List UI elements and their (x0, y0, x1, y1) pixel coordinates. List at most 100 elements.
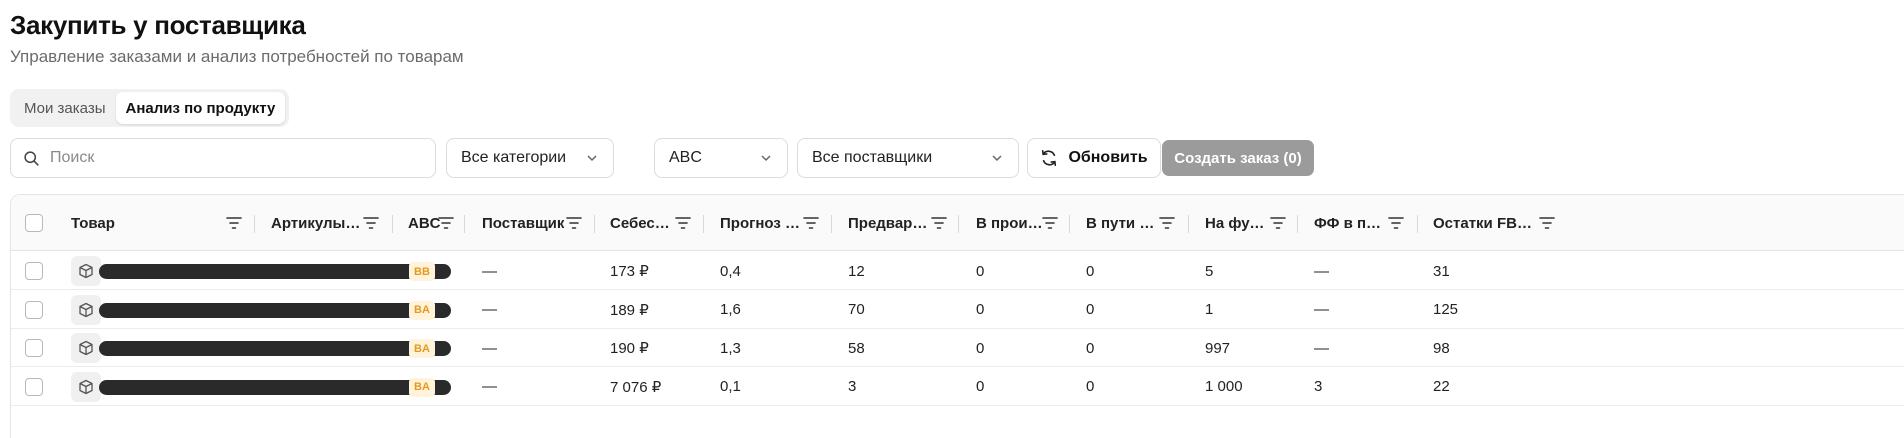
cell-at-fulfillment: 5 (1205, 262, 1214, 280)
cell-fbo-stock: 31 (1433, 262, 1450, 280)
cell-preliminary: 12 (848, 262, 865, 280)
search-input[interactable] (50, 149, 410, 167)
column-header-label: В произв... (976, 214, 1044, 232)
column-resize-handle[interactable] (831, 215, 832, 233)
cell-at-fulfillment: 1 (1205, 301, 1214, 318)
row-checkbox[interactable] (25, 300, 43, 319)
column-header-preliminary[interactable]: Предварит. ... (848, 195, 932, 251)
cell-cost: 7 076 ₽ (610, 378, 662, 396)
column-header-fbo-stock[interactable]: Остатки FBO на ... (1433, 195, 1541, 251)
filter-icon[interactable] (1388, 216, 1404, 230)
create-order-button[interactable]: Создать заказ (0) (1162, 140, 1314, 176)
chevron-down-icon (992, 155, 1002, 162)
column-header-forecast[interactable]: Прогноз пр... (720, 195, 802, 251)
abc-class-badge: BA (409, 339, 435, 358)
redacted-product-name (99, 264, 451, 279)
column-resize-handle[interactable] (594, 215, 595, 233)
cell-ff-in-transit: 3 (1314, 378, 1323, 395)
filter-icon[interactable] (1270, 216, 1286, 230)
cell-ff-in-transit: — (1314, 339, 1329, 357)
supplier-select[interactable]: Все поставщики (797, 138, 1019, 178)
cell-in-transit: 0 (1086, 301, 1095, 318)
column-header-label: Предварит. ... (848, 214, 932, 232)
row-checkbox[interactable] (25, 339, 43, 357)
column-resize-handle[interactable] (1188, 215, 1189, 233)
search-box[interactable] (10, 138, 436, 178)
product-analysis-table: Товар Артикулы в с... ABC Поставщик Себесто.… (10, 194, 1904, 438)
cell-preliminary: 58 (848, 339, 865, 357)
package-icon (71, 256, 101, 286)
column-header-label: Себесто... (610, 214, 672, 232)
cell-fbo-stock: 98 (1433, 339, 1450, 357)
column-header-abc[interactable]: ABC (408, 195, 442, 251)
column-resize-handle[interactable] (254, 215, 255, 233)
row-checkbox[interactable] (25, 262, 43, 280)
column-resize-handle[interactable] (1417, 215, 1418, 233)
column-resize-handle[interactable] (958, 215, 959, 233)
column-resize-handle[interactable] (464, 215, 465, 233)
column-resize-handle[interactable] (392, 215, 393, 233)
tab-my-orders[interactable]: Мои заказы (14, 92, 116, 124)
cell-preliminary: 70 (848, 301, 865, 318)
abc-select[interactable]: ABC (654, 138, 788, 178)
column-resize-handle[interactable] (1069, 215, 1070, 233)
column-header-product[interactable]: Товар (71, 195, 221, 251)
category-select[interactable]: Все категории (446, 138, 614, 178)
filter-icon[interactable] (438, 216, 454, 230)
filter-icon[interactable] (1159, 216, 1175, 230)
column-resize-handle[interactable] (703, 215, 704, 233)
column-header-in-transit[interactable]: В пути от ... (1086, 195, 1158, 251)
cell-preliminary: 3 (848, 378, 857, 395)
filter-icon[interactable] (803, 216, 819, 230)
cell-in-transit: 0 (1086, 339, 1095, 357)
page-subtitle: Управление заказами и анализ потребносте… (10, 47, 464, 66)
cell-forecast: 0,1 (720, 378, 741, 395)
cell-cost: 173 ₽ (610, 263, 649, 280)
tabs: Мои заказы Анализ по продукту (10, 89, 290, 127)
filter-icon[interactable] (1042, 216, 1058, 230)
search-icon (24, 150, 39, 166)
column-header-label: Остатки FBO на ... (1433, 214, 1541, 232)
chevron-down-icon (587, 155, 597, 162)
column-header-label: Поставщик (482, 214, 565, 232)
cell-ff-in-transit: — (1314, 262, 1329, 280)
redacted-product-name (99, 379, 451, 395)
tab-product-analysis[interactable]: Анализ по продукту (115, 92, 286, 124)
cell-supplier: — (482, 262, 497, 280)
cell-at-fulfillment: 1 000 (1205, 378, 1243, 395)
row-checkbox[interactable] (25, 377, 43, 396)
cell-in-production: 0 (976, 378, 985, 395)
column-header-cost[interactable]: Себесто... (610, 195, 672, 251)
filter-icon[interactable] (566, 216, 582, 230)
refresh-button-label: Обновить (1068, 149, 1148, 166)
table-row[interactable]: BA — 190 ₽ 1,3 58 0 0 997 — 98 (11, 329, 1904, 367)
cell-ff-in-transit: — (1314, 301, 1329, 318)
cell-at-fulfillment: 997 (1205, 339, 1231, 357)
table-row[interactable]: BA — 7 076 ₽ 0,1 3 0 0 1 000 3 22 (11, 368, 1904, 406)
column-header-label: В пути от ... (1086, 214, 1158, 232)
cell-supplier: — (482, 301, 497, 318)
filter-icon[interactable] (931, 216, 947, 230)
cell-in-production: 0 (976, 301, 985, 318)
cell-fbo-stock: 22 (1433, 378, 1450, 395)
cell-supplier: — (482, 378, 497, 395)
table-row[interactable]: BA — 189 ₽ 1,6 70 0 0 1 — 125 (11, 291, 1904, 329)
select-all-checkbox[interactable] (25, 214, 43, 232)
column-resize-handle[interactable] (1297, 215, 1298, 233)
table-row[interactable]: BB — 173 ₽ 0,4 12 0 0 5 — 31 (11, 252, 1904, 290)
column-header-label: На фулф... (1205, 214, 1269, 232)
filter-icon[interactable] (675, 216, 691, 230)
cell-in-transit: 0 (1086, 378, 1095, 395)
column-header-ff-in-transit[interactable]: ФФ в пути... (1314, 195, 1388, 251)
abc-class-badge: BB (409, 262, 435, 281)
refresh-button[interactable]: Обновить (1027, 138, 1161, 178)
column-header-in-production[interactable]: В произв... (976, 195, 1044, 251)
filter-icon[interactable] (226, 216, 242, 230)
column-header-at-fulfillment[interactable]: На фулф... (1205, 195, 1269, 251)
filter-icon[interactable] (1539, 216, 1555, 230)
table-header: Товар Артикулы в с... ABC Поставщик Себесто.… (11, 195, 1904, 251)
chevron-down-icon (761, 155, 771, 162)
column-header-articles[interactable]: Артикулы в с... (271, 195, 363, 251)
column-header-supplier[interactable]: Поставщик (482, 195, 572, 251)
filter-icon[interactable] (363, 216, 379, 230)
